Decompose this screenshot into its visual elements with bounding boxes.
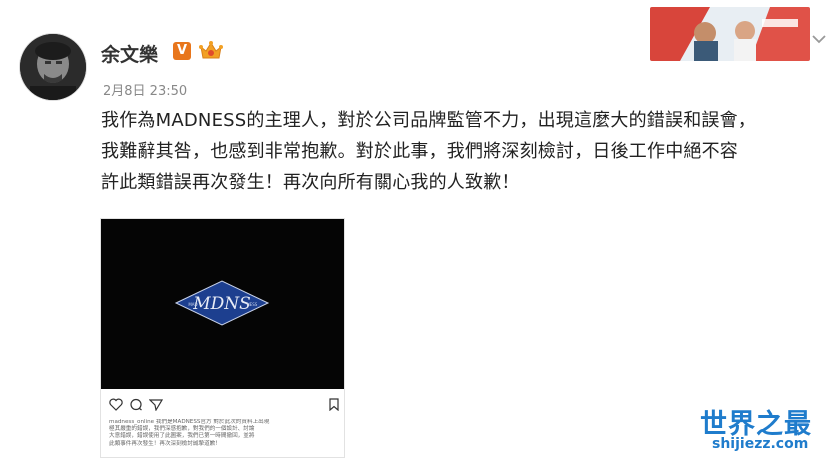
- member-crown-icon[interactable]: [198, 38, 224, 62]
- bookmark-icon: [329, 398, 339, 411]
- verified-icon: V: [173, 42, 191, 60]
- post-timestamp[interactable]: 2月8日 23:50: [103, 80, 187, 99]
- madness-logo-left: MAD: [188, 302, 197, 307]
- heart-icon: [109, 398, 123, 411]
- comment-icon: [130, 398, 142, 411]
- profile-banner-image[interactable]: [650, 7, 810, 61]
- author-name[interactable]: 余文樂: [101, 40, 158, 67]
- embedded-post-photo: MDNS MAD NESS: [101, 219, 344, 389]
- chevron-down-icon[interactable]: [812, 34, 826, 44]
- embedded-post-image[interactable]: MDNS MAD NESS madness_online 我們是MADNESS官…: [100, 218, 345, 458]
- post-text: 我作為MADNESS的主理人，對於公司品牌監管不力，出現這麼大的錯誤和誤會， 我…: [101, 110, 756, 193]
- avatar[interactable]: [20, 34, 86, 100]
- watermark-url: shijiezz.com: [712, 436, 809, 452]
- embedded-post-caption: madness_online 我們是MADNESS官方 對於此次的資料上出現 極…: [109, 419, 270, 447]
- embedded-post-actions: [107, 398, 339, 414]
- madness-logo-text: MDNS: [192, 294, 251, 314]
- madness-logo-right: NESS: [247, 302, 258, 307]
- share-icon: [149, 399, 163, 411]
